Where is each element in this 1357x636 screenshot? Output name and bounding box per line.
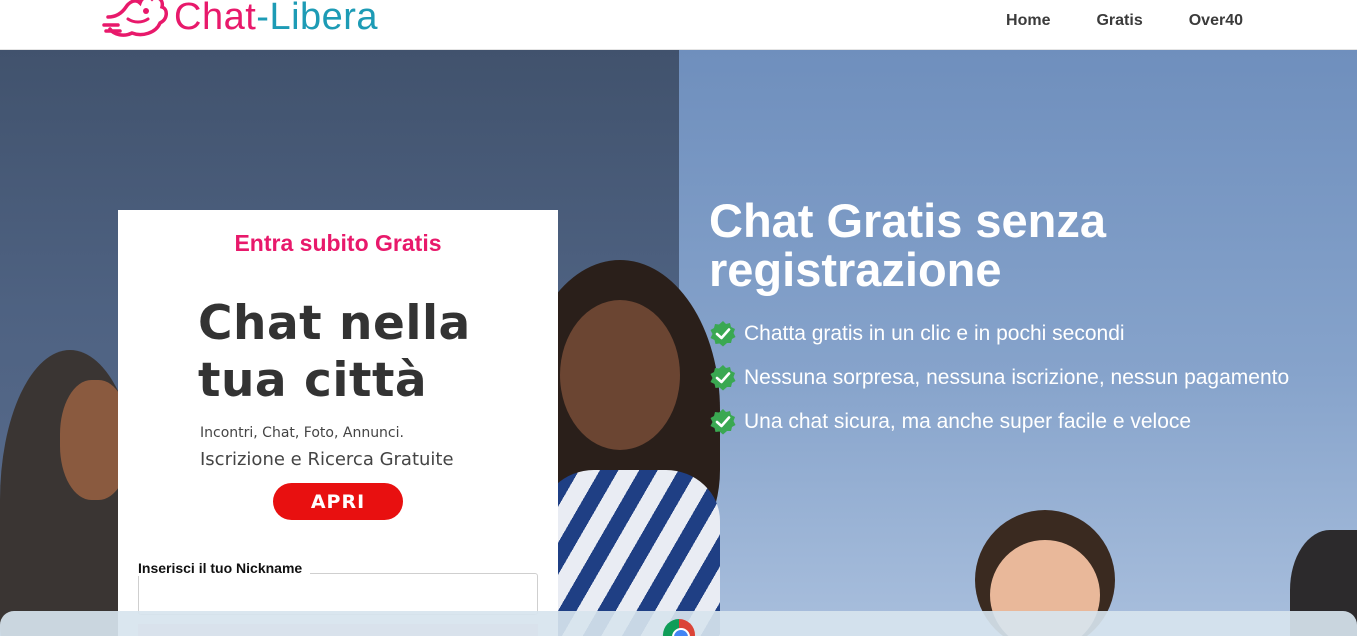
browser-icon[interactable] [663,619,695,636]
promo-heading: Chat nella tua città [198,295,488,409]
feature-text: Una chat sicura, ma anche super facile e… [744,410,1192,433]
feature-item: Chatta gratis in un clic e in pochi seco… [709,312,1289,356]
main-nav: Home Gratis Over40 [1006,12,1243,30]
logo-text: Chat-Libera [174,0,378,39]
check-badge-icon [710,409,736,435]
card-title: Entra subito Gratis [234,230,442,256]
feature-list: Chatta gratis in un clic e in pochi seco… [709,312,1289,444]
hero-title: Chat Gratis senza registrazione [709,194,1107,296]
nav-home-link[interactable]: Home [1006,12,1050,30]
promo-subtitle: Incontri, Chat, Foto, Annunci. [200,425,404,441]
logo-libera: Libera [269,0,379,38]
promo-open-button[interactable]: APRI [273,483,403,520]
promo-tagline: Iscrizione e Ricerca Gratuite [200,449,454,470]
hero-photo-person-2-face [560,300,680,450]
promo-banner[interactable]: Chat nella tua città Incontri, Chat, Fot… [198,295,488,525]
nickname-input[interactable] [138,573,538,615]
site-logo[interactable]: Chat-Libera [102,0,378,42]
feature-text: Chatta gratis in un clic e in pochi seco… [744,322,1125,345]
logo-chat: Chat [174,0,257,38]
feature-text: Nessuna sorpresa, nessuna iscrizione, ne… [744,366,1290,389]
nav-over40-link[interactable]: Over40 [1189,12,1243,30]
promo-heading-line-2: tua città [198,353,428,408]
nav-gratis-link[interactable]: Gratis [1096,12,1142,30]
feature-item: Nessuna sorpresa, nessuna iscrizione, ne… [709,356,1289,400]
logo-dash: - [256,0,270,38]
nickname-label: Inserisci il tuo Nickname [138,560,311,576]
check-badge-icon [710,321,736,347]
site-header: Chat-Libera Home Gratis Over40 [0,0,1357,50]
login-card: Entra subito Gratis Chat nella tua città… [118,210,558,636]
browser-bottom-bar [0,611,1357,636]
check-badge-icon [710,365,736,391]
bird-logo-icon [102,0,168,37]
feature-item: Una chat sicura, ma anche super facile e… [709,400,1289,444]
promo-heading-line-1: Chat nella [198,296,471,351]
